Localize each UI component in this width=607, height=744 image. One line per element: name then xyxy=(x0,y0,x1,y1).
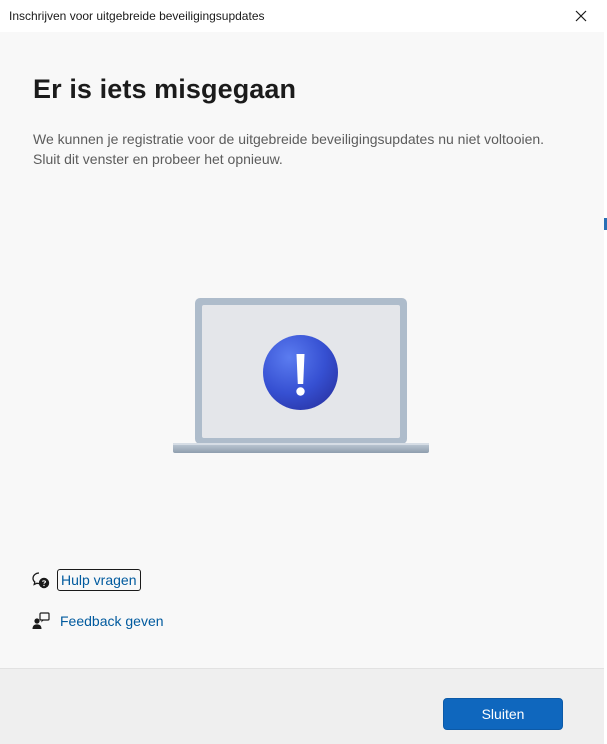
feedback-link-row[interactable]: Feedback geven xyxy=(31,609,167,633)
help-links: Hulp vragen Feedback geven xyxy=(31,568,167,633)
feedback-person-icon xyxy=(31,611,51,631)
page-title: Er is iets misgegaan xyxy=(33,74,297,104)
help-chat-icon xyxy=(31,570,51,590)
dialog-footer: Sluiten xyxy=(0,668,604,744)
dialog-window: Inschrijven voor uitgebreide beveiliging… xyxy=(0,0,604,744)
ask-help-link[interactable]: Hulp vragen xyxy=(57,569,141,591)
window-title: Inschrijven voor uitgebreide beveiliging… xyxy=(9,9,265,23)
give-feedback-link[interactable]: Feedback geven xyxy=(57,611,167,631)
dialog-content: Er is iets misgegaan We kunnen je regist… xyxy=(0,32,604,668)
close-button[interactable]: Sluiten xyxy=(443,698,563,730)
close-window-button[interactable] xyxy=(558,0,604,32)
error-description: We kunnen je registratie voor de uitgebr… xyxy=(33,131,545,167)
help-link-row[interactable]: Hulp vragen xyxy=(31,568,167,592)
laptop-warning-icon xyxy=(173,298,429,453)
title-bar: Inschrijven voor uitgebreide beveiliging… xyxy=(0,0,604,32)
close-icon xyxy=(575,10,587,22)
